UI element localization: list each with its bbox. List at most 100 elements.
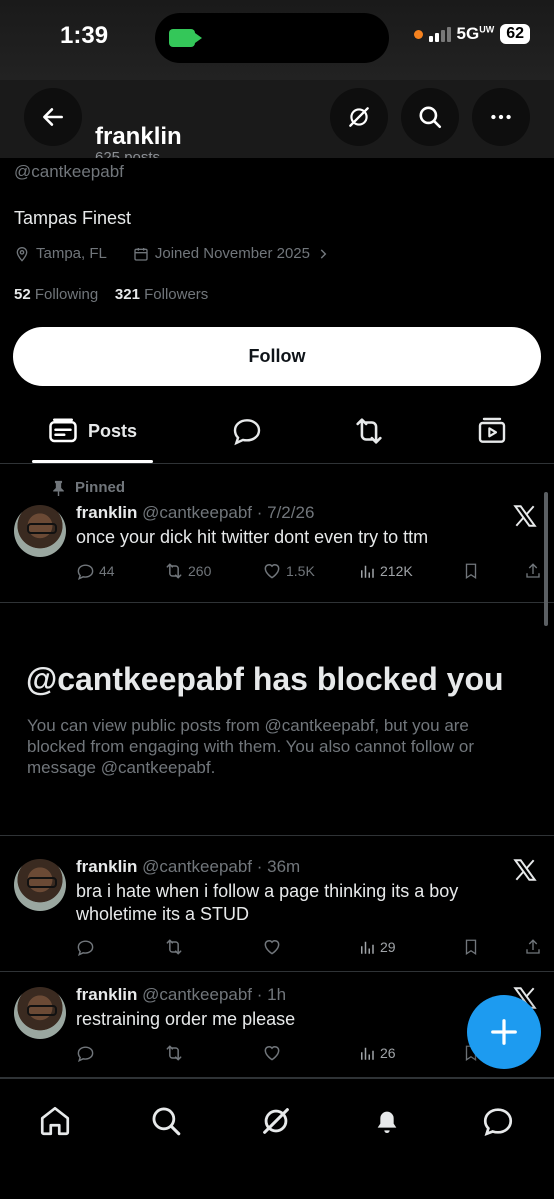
compose-button[interactable]: [467, 995, 541, 1069]
views-button[interactable]: 29: [358, 938, 462, 956]
share-button[interactable]: [524, 562, 542, 580]
profile-header: franklin 625 posts: [0, 80, 554, 158]
tab-posts-label: Posts: [87, 420, 138, 441]
heart-icon: [264, 1046, 280, 1061]
location-icon: [16, 246, 28, 262]
following-link[interactable]: 52 Following: [14, 286, 98, 303]
followers-link[interactable]: 321 Followers: [115, 286, 208, 303]
views-icon: [361, 565, 374, 578]
grok-button[interactable]: [330, 88, 388, 146]
nav-grok[interactable]: [254, 1099, 298, 1143]
post-author[interactable]: franklin: [76, 503, 137, 522]
post-author[interactable]: franklin: [76, 857, 137, 876]
nav-home[interactable]: [33, 1099, 77, 1143]
dynamic-island: [155, 13, 389, 63]
like-button[interactable]: [262, 1043, 358, 1063]
avatar[interactable]: [14, 505, 66, 557]
nav-notifications[interactable]: [365, 1099, 409, 1143]
reply-bubble-icon: [233, 419, 261, 446]
back-button[interactable]: [24, 88, 82, 146]
tab-posts[interactable]: Posts: [32, 398, 153, 464]
post-header: franklin @cantkeepabf · 36m: [76, 857, 300, 877]
tab-replies[interactable]: [222, 398, 272, 464]
header-title: franklin: [95, 123, 182, 150]
grok-icon: [349, 107, 369, 127]
arrow-left-icon: [43, 108, 63, 126]
reply-icon: [77, 563, 94, 580]
signal-icon: [428, 26, 451, 42]
post-text: restraining order me please: [76, 1009, 296, 1029]
posts-icon: [49, 418, 77, 443]
scrollbar[interactable]: [544, 492, 548, 626]
share-button[interactable]: [524, 938, 542, 956]
bookmark-button[interactable]: [462, 938, 524, 956]
grok-icon: [263, 1108, 289, 1134]
repost-button[interactable]: [164, 937, 262, 957]
pin-icon: [53, 480, 64, 496]
views-icon: [361, 941, 374, 954]
nav-search[interactable]: [144, 1099, 188, 1143]
follow-stats: 52 Following 321 Followers: [14, 286, 208, 303]
home-icon: [40, 1106, 70, 1136]
nav-messages[interactable]: [476, 1099, 520, 1143]
post-meta: @cantkeepabf · 1h: [142, 985, 287, 1004]
message-bubble-icon: [483, 1108, 513, 1136]
repost-button[interactable]: [164, 1043, 262, 1063]
bookmark-button[interactable]: [462, 562, 524, 580]
plus-icon: [491, 1019, 517, 1045]
reply-button[interactable]: [76, 1044, 164, 1063]
profile-meta: Tampa, FL Joined November 2025: [14, 245, 330, 262]
battery-indicator: 62: [500, 24, 530, 44]
network-label: 5GUW: [456, 24, 495, 43]
tab-reposts[interactable]: [344, 398, 394, 464]
profile-bio: Tampas Finest: [14, 208, 132, 228]
active-tab-indicator: [32, 460, 153, 463]
heart-icon: [264, 940, 280, 955]
post-header: franklin @cantkeepabf · 7/2/26: [76, 503, 314, 523]
post-meta: @cantkeepabf · 7/2/26: [142, 503, 315, 522]
bookmark-icon: [465, 563, 477, 580]
calendar-icon: [134, 247, 148, 261]
search-button[interactable]: [401, 88, 459, 146]
post-actions: 29: [76, 937, 546, 957]
reply-icon: [77, 939, 94, 956]
avatar[interactable]: [14, 859, 66, 911]
reply-button[interactable]: 44: [76, 562, 164, 581]
post-text: once your dick hit twitter dont even try…: [76, 527, 429, 547]
repost-icon: [166, 939, 182, 955]
profile-joined: Joined November 2025: [154, 245, 310, 262]
pinned-label: Pinned: [52, 479, 125, 496]
profile-handle: @cantkeepabf: [14, 162, 124, 181]
heart-icon: [264, 564, 280, 579]
repost-icon: [166, 1045, 182, 1061]
post-item[interactable]: franklin @cantkeepabf · 36m bra i hate w…: [0, 837, 554, 972]
post-actions: 44 260 1.5K 212K: [76, 561, 546, 581]
reply-button[interactable]: [76, 938, 164, 957]
x-logo-icon: [513, 859, 537, 881]
reply-icon: [77, 1045, 94, 1062]
repost-button[interactable]: 260: [164, 561, 262, 581]
post-meta: @cantkeepabf · 36m: [142, 857, 301, 876]
like-button[interactable]: [262, 937, 358, 957]
like-button[interactable]: 1.5K: [262, 561, 358, 581]
status-bar: 1:39 5GUW 62: [0, 0, 554, 80]
post-author[interactable]: franklin: [76, 985, 137, 1004]
mic-indicator-icon: [413, 29, 423, 39]
more-button[interactable]: [472, 88, 530, 146]
status-time: 1:39: [60, 22, 109, 49]
search-icon: [152, 1107, 181, 1136]
follow-button[interactable]: Follow: [13, 327, 541, 386]
share-icon: [526, 563, 540, 578]
camera-icon: [169, 29, 202, 47]
avatar[interactable]: [14, 987, 66, 1039]
post-text: bra i hate when i follow a page thinking…: [76, 881, 459, 924]
video-icon: [478, 417, 506, 443]
post-item[interactable]: Pinned franklin @cantkeepabf · 7/2/26 on…: [0, 465, 554, 603]
tab-media[interactable]: [467, 398, 517, 464]
status-indicators: 5GUW 62: [413, 24, 530, 44]
chevron-right-icon[interactable]: [316, 247, 330, 261]
repost-icon: [166, 563, 182, 579]
share-icon: [526, 939, 540, 954]
views-button[interactable]: 26: [358, 1044, 462, 1062]
views-button[interactable]: 212K: [358, 562, 462, 580]
